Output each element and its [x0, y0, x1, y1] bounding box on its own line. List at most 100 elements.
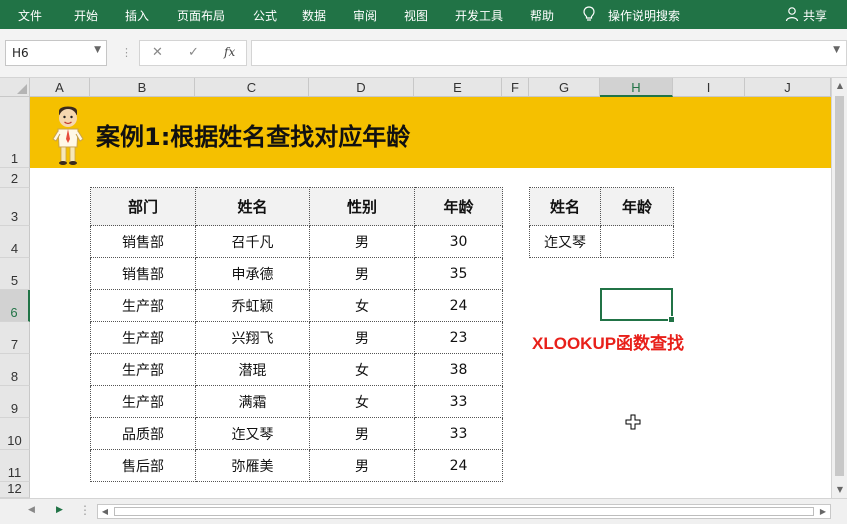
lookup-header-name[interactable]: 姓名	[529, 187, 601, 226]
cell-name[interactable]: 弥雁美	[195, 449, 310, 482]
vertical-scroll-thumb[interactable]	[835, 96, 844, 476]
tab-formulas[interactable]: 公式	[253, 7, 277, 24]
header-name[interactable]: 姓名	[195, 187, 310, 226]
name-box[interactable]: H6 ▼	[5, 40, 107, 66]
cell-department[interactable]: 生产部	[90, 385, 196, 418]
tell-me-search[interactable]: 操作说明搜索	[608, 7, 680, 24]
cell-gender[interactable]: 男	[309, 321, 415, 354]
cell-department[interactable]: 生产部	[90, 289, 196, 322]
cell-age[interactable]: 24	[414, 449, 503, 482]
active-cell-h6[interactable]	[600, 288, 675, 323]
col-header-g[interactable]: G	[529, 78, 600, 97]
cell-department[interactable]: 生产部	[90, 353, 196, 386]
header-gender[interactable]: 性别	[309, 187, 415, 226]
cell-name[interactable]: 申承德	[195, 257, 310, 290]
cell-age[interactable]: 33	[414, 417, 503, 450]
prev-sheet-icon[interactable]: ◀	[28, 505, 35, 515]
row-header-9[interactable]: 9	[0, 386, 30, 418]
col-header-a[interactable]: A	[30, 78, 90, 97]
col-header-f[interactable]: F	[502, 78, 529, 97]
row-header-3[interactable]: 3	[0, 188, 30, 226]
cell-department[interactable]: 销售部	[90, 225, 196, 258]
tab-file[interactable]: 文件	[18, 7, 42, 24]
cell-name[interactable]: 满霜	[195, 385, 310, 418]
scroll-up-icon[interactable]: ▲	[832, 78, 847, 94]
insert-function-button[interactable]: fx	[224, 45, 235, 59]
header-age[interactable]: 年龄	[414, 187, 503, 226]
row-number: 1	[10, 151, 19, 166]
enter-check-icon[interactable]: ✓	[188, 45, 199, 60]
tab-developer[interactable]: 开发工具	[455, 7, 503, 24]
share-button[interactable]: 共享	[803, 7, 827, 24]
row-header-12[interactable]: 12	[0, 481, 30, 498]
lookup-age-cell[interactable]	[600, 225, 674, 258]
worksheet[interactable]: A B C D E F G H I J 1 2 3 4 5 6 7 8 9 10…	[0, 78, 847, 498]
cell-name[interactable]: 兴翔飞	[195, 321, 310, 354]
horizontal-scroll-thumb[interactable]	[114, 507, 814, 516]
col-header-b[interactable]: B	[90, 78, 195, 97]
header-department[interactable]: 部门	[90, 187, 196, 226]
table-row: 生产部 满霜 女 33	[90, 385, 503, 418]
table-row: 生产部 乔虹颖 女 24	[90, 289, 503, 322]
cell-gender[interactable]: 女	[309, 353, 415, 386]
cell-gender[interactable]: 女	[309, 385, 415, 418]
row-header-2[interactable]: 2	[0, 168, 30, 188]
row-header-11[interactable]: 11	[0, 450, 30, 482]
cell-age[interactable]: 24	[414, 289, 503, 322]
cell-gender[interactable]: 男	[309, 449, 415, 482]
expand-formula-icon[interactable]: ▼	[833, 45, 840, 55]
tab-view[interactable]: 视图	[404, 7, 428, 24]
cell-name[interactable]: 乔虹颖	[195, 289, 310, 322]
row-header-4[interactable]: 4	[0, 226, 30, 258]
cell-age[interactable]: 35	[414, 257, 503, 290]
cell-name[interactable]: 召千凡	[195, 225, 310, 258]
lookup-header-age[interactable]: 年龄	[600, 187, 674, 226]
cell-gender[interactable]: 男	[309, 257, 415, 290]
row-header-5[interactable]: 5	[0, 258, 30, 290]
scroll-down-icon[interactable]: ▼	[832, 482, 847, 498]
cell-gender[interactable]: 男	[309, 225, 415, 258]
cell-name[interactable]: 迮又琴	[195, 417, 310, 450]
cell-age[interactable]: 33	[414, 385, 503, 418]
cell-age[interactable]: 38	[414, 353, 503, 386]
cell-gender[interactable]: 男	[309, 417, 415, 450]
cell-department[interactable]: 销售部	[90, 257, 196, 290]
cell-age[interactable]: 30	[414, 225, 503, 258]
col-header-i[interactable]: I	[673, 78, 745, 97]
cancel-icon[interactable]: ✕	[152, 45, 163, 60]
tab-page-layout[interactable]: 页面布局	[177, 7, 225, 24]
formula-input[interactable]: ▼	[251, 40, 847, 66]
chevron-down-icon[interactable]: ▼	[94, 45, 101, 55]
tab-data[interactable]: 数据	[302, 7, 326, 24]
col-header-e[interactable]: E	[414, 78, 502, 97]
scroll-left-icon[interactable]: ◀	[98, 505, 112, 518]
row-header-7[interactable]: 7	[0, 322, 30, 354]
cell-name[interactable]: 潜琨	[195, 353, 310, 386]
scroll-right-icon[interactable]: ▶	[816, 505, 830, 518]
cell-department[interactable]: 品质部	[90, 417, 196, 450]
col-header-c[interactable]: C	[195, 78, 309, 97]
col-header-j[interactable]: J	[745, 78, 831, 97]
col-header-d[interactable]: D	[309, 78, 414, 97]
row-number: 4	[10, 241, 19, 256]
tab-home[interactable]: 开始	[74, 7, 98, 24]
table-header-row: 部门 姓名 性别 年龄	[90, 187, 503, 226]
row-header-10[interactable]: 10	[0, 418, 30, 450]
select-all-corner[interactable]	[0, 78, 30, 97]
horizontal-scrollbar[interactable]: ◀ ▶	[97, 504, 831, 519]
cell-department[interactable]: 生产部	[90, 321, 196, 354]
col-header-h[interactable]: H	[600, 78, 673, 97]
next-sheet-icon[interactable]: ▶	[56, 505, 63, 515]
vertical-scrollbar[interactable]: ▲ ▼	[831, 78, 847, 498]
lookup-name-cell[interactable]: 迮又琴	[529, 225, 601, 258]
cell-gender[interactable]: 女	[309, 289, 415, 322]
cell-department[interactable]: 售后部	[90, 449, 196, 482]
cell-age[interactable]: 23	[414, 321, 503, 354]
tab-review[interactable]: 审阅	[353, 7, 377, 24]
row-header-6[interactable]: 6	[0, 290, 30, 322]
tab-insert[interactable]: 插入	[125, 7, 149, 24]
row-header-1[interactable]: 1	[0, 97, 30, 168]
row-header-8[interactable]: 8	[0, 354, 30, 386]
more-options-icon: ⋮	[121, 46, 132, 59]
tab-help[interactable]: 帮助	[530, 7, 554, 24]
